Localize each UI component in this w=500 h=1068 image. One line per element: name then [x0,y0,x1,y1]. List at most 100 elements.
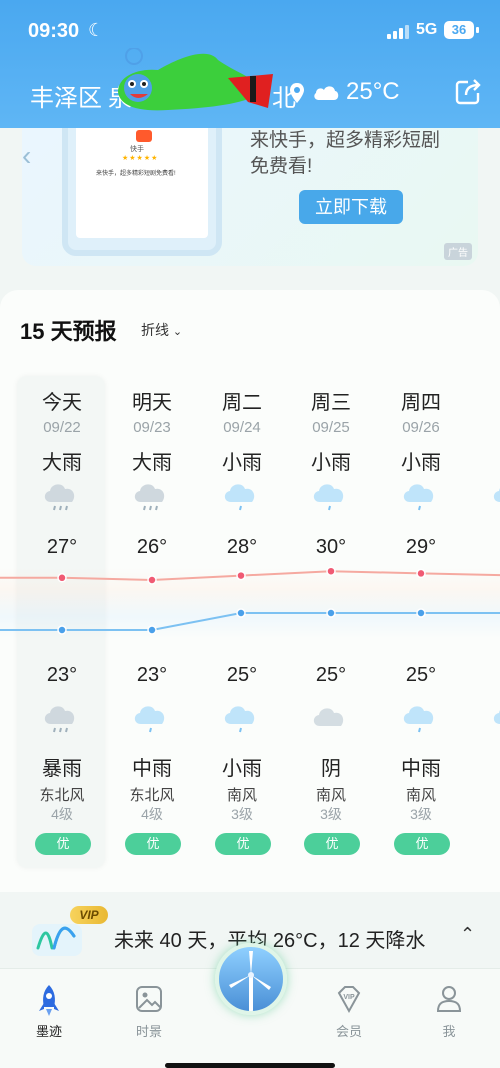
tab-label: 墨迹 [35,1024,62,1039]
rain-cloud-icon [493,710,500,724]
tab-label: 会员 [335,1024,362,1039]
wind-direction: 南风 [226,787,257,804]
day-weather: 大 [466,446,500,475]
wind-turbine-center-button[interactable] [215,943,287,1015]
cloud-icon [314,86,339,100]
image-icon [136,986,162,1012]
vip-diamond-icon: VIP [337,986,361,1014]
low-temp-point [147,625,157,635]
night-weather: 小 [466,752,500,781]
day-date: 09/24 [223,419,261,436]
day-weather: 小雨 [401,452,441,474]
night-weather: 阴 [321,758,341,780]
low-temp-point [416,608,426,618]
tab-label: 时景 [135,1024,162,1039]
low-temp: 25° [226,664,258,686]
wind-level: 4级 [141,806,163,822]
frog-mascot-icon[interactable] [108,48,278,128]
aqi-badge: 优 [35,833,91,855]
day-name: 明天 [132,392,172,414]
rain-cloud-icon [44,706,75,733]
location-bar[interactable]: 丰泽区 泉 北 25°C [0,48,500,116]
ad-app-desc: 来快手，超多精彩短剧免费看! [96,171,176,177]
day-weather: 大雨 [132,452,172,474]
day-date: 09/22 [43,419,81,436]
rain-cloud-icon [403,706,434,733]
vip-badge: VIP [70,906,108,924]
night-weather: 中雨 [401,758,441,780]
high-temp-point [147,575,157,585]
wind-level: 3级 [410,806,432,822]
low-temp-point [236,608,246,618]
day-name: 周 [466,386,500,415]
tab-label: 我 [442,1024,456,1039]
home-indicator [165,1063,335,1068]
day-date: 09/23 [133,419,171,436]
rain-cloud-icon [134,484,165,511]
day-date: 0 [466,419,500,436]
day-name: 周三 [311,392,351,414]
high-temp-point [236,570,246,581]
rain-cloud-icon [403,484,434,511]
day-weather: 小雨 [222,452,262,474]
wind-turbine-icon [229,951,271,1011]
day-date: 09/26 [402,419,440,436]
kuaishou-logo-icon [136,130,152,142]
high-temp-point [57,573,67,583]
night-weather: 小雨 [222,758,262,780]
rocket-icon [39,985,59,1016]
wind-level: 3级 [231,806,253,822]
day-name: 周二 [222,392,262,414]
chevron-left-icon[interactable]: ‹ [22,140,44,176]
aqi-badge: 优 [304,833,360,855]
forecast-card: 15 天预报 折线 ⌄ 今天 09/22 大雨 27° 23° 暴雨 东北风 4级优明天 09/… [0,290,500,892]
tab-me[interactable]: 我 [409,983,489,1043]
share-icon[interactable] [454,78,482,106]
tab-membership[interactable]: VIP 会员 [309,983,389,1043]
user-icon [436,986,462,1012]
svg-text:VIP: VIP [343,994,355,1001]
chevron-up-icon[interactable]: ⌃ [460,924,475,945]
day-name: 今天 [42,392,82,414]
temperature-curves [0,566,500,635]
app-header: 09:30 ☾ 5G 36 丰泽区 泉 北 25°C [0,0,500,128]
wind-direction: 东 [466,784,500,805]
current-temperature: 25°C [346,78,400,105]
tab-scenery[interactable]: 时景 [109,983,189,1043]
signal-icon [387,25,411,39]
low-temp: 23° [136,664,168,686]
bottom-tab-bar: 墨迹 时景 VIP 会员 我 [0,943,500,1068]
low-temp-point [326,608,336,618]
low-temp: 25° [405,664,437,686]
day-name: 周四 [401,392,441,414]
rain-cloud-icon [44,484,75,511]
download-button[interactable]: 立即下载 [299,190,403,224]
night-weather: 暴雨 [42,758,82,780]
wind-direction: 东北风 [39,787,85,804]
trend-logo-icon [32,924,82,956]
rain-cloud-icon [313,484,344,511]
low-temp: 25° [315,664,347,686]
low-temp-point [57,625,67,635]
rain-cloud-icon [134,706,165,733]
low-temp: 2 [466,664,500,687]
district-name[interactable]: 丰泽区 [30,78,102,113]
battery-icon: 36 [444,21,474,39]
rain-cloud-icon [493,488,500,502]
aqi-badge: 优 [125,833,181,855]
tab-moji[interactable]: 墨迹 [9,983,89,1043]
low-temp: 23° [46,664,78,686]
day-weather: 小雨 [311,452,351,474]
night-weather: 中雨 [132,758,172,780]
wind-level: 4级 [51,806,73,822]
rain-cloud-icon [224,706,255,733]
wind-direction: 东北风 [129,787,175,804]
day-weather: 大雨 [42,452,82,474]
cloud-icon [313,708,344,726]
location-pin-icon [290,83,304,103]
rain-cloud-icon [224,484,255,511]
moon-icon: ☾ [88,20,105,40]
aqi-badge: 优 [394,833,450,855]
aqi-badge: 优 [215,833,271,855]
wind-direction: 南风 [315,787,346,804]
